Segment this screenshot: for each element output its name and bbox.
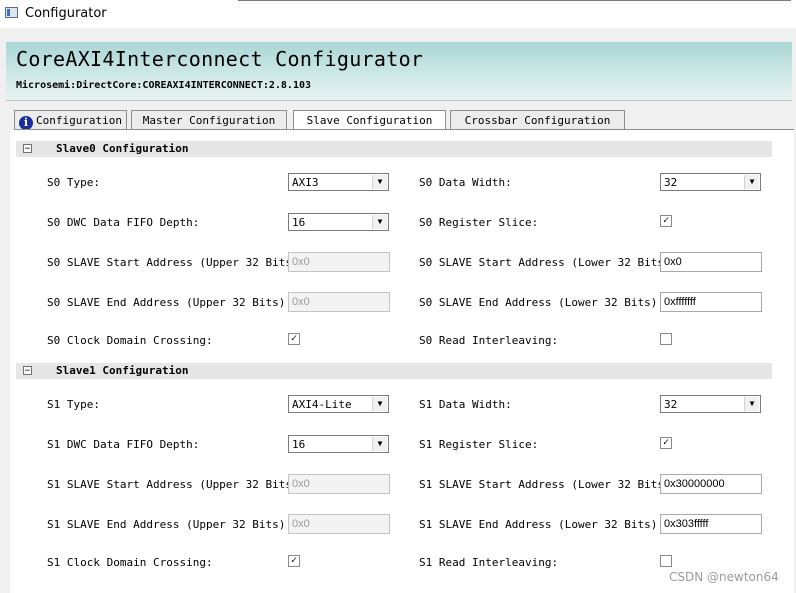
slave0-section-title: Slave0 Configuration (56, 142, 189, 155)
s0-end-lower-label: S0 SLAVE End Address (Lower 32 Bits): (419, 296, 665, 309)
s0-end-upper-label: S0 SLAVE End Address (Upper 32 Bits): (47, 296, 293, 309)
s0-dwc-fifo-select[interactable]: 16 ▼ (288, 213, 389, 231)
s1-end-upper-label: S1 SLAVE End Address (Upper 32 Bits): (47, 518, 293, 531)
configurator-header: CoreAXI4Interconnect Configurator Micros… (6, 42, 792, 101)
collapse-minus-icon[interactable]: − (23, 144, 32, 154)
s0-data-width-label: S0 Data Width: (419, 176, 512, 189)
s0-register-slice-label: S0 Register Slice: (419, 216, 539, 229)
slave0-section-header[interactable]: − Slave0 Configuration (16, 141, 772, 157)
collapse-minus-icon[interactable]: − (23, 366, 32, 376)
s0-type-label: S0 Type: (47, 176, 100, 189)
s0-cdc-checkbox[interactable]: ✓ (288, 333, 300, 345)
slave1-section-header[interactable]: − Slave1 Configuration (16, 363, 772, 379)
tab-crossbar-configuration[interactable]: Crossbar Configuration (450, 110, 625, 129)
s0-start-lower-label: S0 SLAVE Start Address (Lower 32 Bits): (419, 256, 678, 269)
s1-register-slice-checkbox[interactable]: ✓ (660, 437, 672, 449)
tab-configuration-label: Configuration (35, 114, 123, 127)
s0-cdc-label: S0 Clock Domain Crossing: (47, 334, 213, 347)
s0-start-upper-input[interactable] (288, 252, 390, 272)
s1-start-upper-label: S1 SLAVE Start Address (Upper 32 Bits): (47, 478, 306, 491)
s1-start-lower-input[interactable] (660, 474, 762, 494)
dropdown-arrow-icon: ▼ (372, 397, 387, 411)
s1-end-lower-input[interactable] (660, 514, 762, 534)
s1-cdc-checkbox[interactable]: ✓ (288, 555, 300, 567)
tab-slave-label: Slave Configuration (306, 114, 433, 127)
s1-type-value: AXI4-Lite (292, 398, 352, 411)
s1-dwc-fifo-select[interactable]: 16 ▼ (288, 435, 389, 453)
s0-dwc-fifo-label: S0 DWC Data FIFO Depth: (47, 216, 200, 229)
s0-start-upper-label: S0 SLAVE Start Address (Upper 32 Bits): (47, 256, 306, 269)
tab-configuration[interactable]: i Configuration (14, 110, 127, 130)
s1-end-upper-input[interactable] (288, 514, 390, 534)
s1-start-lower-label: S1 SLAVE Start Address (Lower 32 Bits): (419, 478, 678, 491)
window-titlebar: Configurator (0, 0, 796, 28)
s0-type-value: AXI3 (292, 176, 319, 189)
slave1-section-title: Slave1 Configuration (56, 364, 189, 377)
title-divider (238, 0, 791, 1)
dropdown-arrow-icon: ▼ (744, 397, 759, 411)
s1-data-width-select[interactable]: 32 ▼ (660, 395, 761, 413)
window-title: Configurator (25, 6, 107, 21)
s1-register-slice-label: S1 Register Slice: (419, 438, 539, 451)
dropdown-arrow-icon: ▼ (372, 215, 387, 229)
s1-end-lower-label: S1 SLAVE End Address (Lower 32 Bits): (419, 518, 665, 531)
s1-cdc-label: S1 Clock Domain Crossing: (47, 556, 213, 569)
s1-read-interleave-checkbox[interactable] (660, 555, 672, 567)
s0-read-interleave-checkbox[interactable] (660, 333, 672, 345)
s1-read-interleave-label: S1 Read Interleaving: (419, 556, 559, 569)
dropdown-arrow-icon: ▼ (744, 175, 759, 189)
watermark-text: CSDN @newton64 (669, 570, 779, 584)
s1-type-select[interactable]: AXI4-Lite ▼ (288, 395, 389, 413)
s0-end-upper-input[interactable] (288, 292, 390, 312)
dropdown-arrow-icon: ▼ (372, 175, 387, 189)
s0-data-width-value: 32 (664, 176, 678, 189)
s0-type-select[interactable]: AXI3 ▼ (288, 173, 389, 191)
s0-read-interleave-label: S0 Read Interleaving: (419, 334, 559, 347)
s0-register-slice-checkbox[interactable]: ✓ (660, 215, 672, 227)
tab-crossbar-label: Crossbar Configuration (464, 114, 611, 127)
configurator-title: CoreAXI4Interconnect Configurator (16, 47, 424, 71)
tab-master-label: Master Configuration (142, 114, 276, 127)
app-window-icon (5, 7, 18, 18)
s1-data-width-label: S1 Data Width: (419, 398, 512, 411)
s1-type-label: S1 Type: (47, 398, 100, 411)
info-icon: i (18, 116, 33, 130)
s1-start-upper-input[interactable] (288, 474, 390, 494)
s1-data-width-value: 32 (664, 398, 678, 411)
s0-end-lower-input[interactable] (660, 292, 762, 312)
s0-dwc-fifo-value: 16 (292, 216, 306, 229)
tab-master-configuration[interactable]: Master Configuration (131, 110, 287, 129)
tab-slave-configuration[interactable]: Slave Configuration (293, 110, 446, 130)
dropdown-arrow-icon: ▼ (372, 437, 387, 451)
s0-data-width-select[interactable]: 32 ▼ (660, 173, 761, 191)
s1-dwc-fifo-value: 16 (292, 438, 306, 451)
core-version: Microsemi:DirectCore:COREAXI4INTERCONNEC… (16, 80, 312, 91)
s1-dwc-fifo-label: S1 DWC Data FIFO Depth: (47, 438, 200, 451)
s0-start-lower-input[interactable] (660, 252, 762, 272)
